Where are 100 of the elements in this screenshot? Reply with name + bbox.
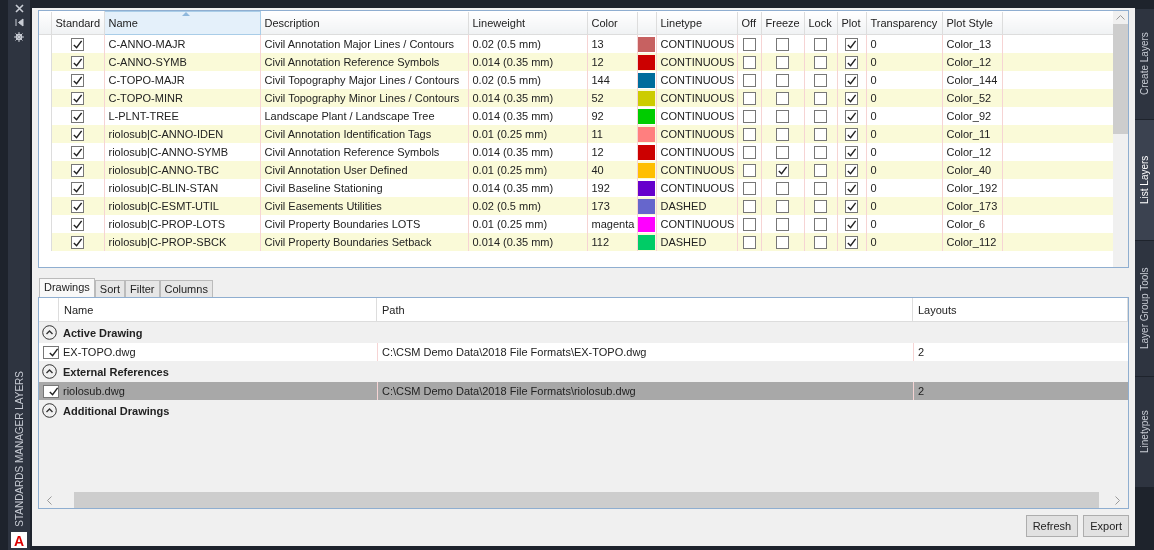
column-header[interactable]: Standard <box>51 11 104 35</box>
checkbox[interactable] <box>776 91 789 105</box>
checkbox[interactable] <box>814 235 827 249</box>
checkbox[interactable] <box>845 217 858 231</box>
checkbox[interactable] <box>845 163 858 177</box>
checkbox[interactable] <box>814 163 827 177</box>
column-header[interactable]: Transparency <box>866 11 942 35</box>
checkbox[interactable] <box>71 73 84 87</box>
tab[interactable]: Drawings <box>39 278 95 297</box>
checkbox[interactable] <box>814 181 827 195</box>
checkbox[interactable] <box>814 127 827 141</box>
checkbox[interactable] <box>776 145 789 159</box>
checkbox[interactable] <box>776 73 789 87</box>
tab[interactable]: Sort <box>94 280 126 297</box>
column-header[interactable]: Off <box>737 11 761 35</box>
checkbox[interactable] <box>776 55 789 69</box>
checkbox[interactable] <box>845 73 858 87</box>
checkbox[interactable] <box>742 181 756 195</box>
column-header[interactable]: Description <box>260 11 468 35</box>
side-tab[interactable]: Layer Group Tools <box>1135 240 1154 376</box>
checkbox[interactable] <box>71 199 84 213</box>
checkbox[interactable] <box>71 217 84 231</box>
column-header[interactable]: Plot Style <box>942 11 1002 35</box>
column-header[interactable]: Freeze <box>761 11 804 35</box>
action-button[interactable]: Refresh <box>1025 515 1079 537</box>
checkbox[interactable] <box>845 199 858 213</box>
scroll-left-icon[interactable] <box>47 495 52 505</box>
checkbox[interactable] <box>814 37 827 51</box>
close-icon[interactable] <box>14 4 24 13</box>
column-header[interactable]: Layouts <box>913 298 1128 321</box>
scroll-up-icon[interactable] <box>1116 15 1125 20</box>
checkbox[interactable] <box>71 91 84 105</box>
checkbox[interactable] <box>71 235 84 249</box>
checkbox[interactable] <box>814 145 827 159</box>
checkbox[interactable] <box>776 163 789 177</box>
checkbox[interactable] <box>845 109 858 123</box>
column-header[interactable]: Name <box>104 11 260 35</box>
action-button[interactable]: Export <box>1083 515 1129 537</box>
checkbox[interactable] <box>814 73 827 87</box>
checkbox[interactable] <box>742 235 756 249</box>
checkbox[interactable] <box>742 73 756 87</box>
checkbox[interactable] <box>742 199 756 213</box>
checkbox[interactable] <box>742 217 756 231</box>
checkbox[interactable] <box>71 127 84 141</box>
checkbox[interactable] <box>845 181 858 195</box>
column-header[interactable]: Lineweight <box>468 11 587 35</box>
settings-icon[interactable] <box>14 32 24 42</box>
checkbox[interactable] <box>71 163 84 177</box>
checkbox[interactable] <box>742 55 756 69</box>
checkbox[interactable] <box>845 55 858 69</box>
checkbox[interactable] <box>71 181 84 195</box>
checkbox[interactable] <box>742 91 756 105</box>
checkbox[interactable] <box>776 127 789 141</box>
checkbox[interactable] <box>814 91 827 105</box>
checkbox[interactable] <box>71 145 84 159</box>
checkbox[interactable] <box>845 145 858 159</box>
side-tab[interactable]: List Layers <box>1135 119 1154 240</box>
column-header[interactable]: Linetype <box>656 11 737 35</box>
collapse-icon[interactable] <box>42 325 57 340</box>
column-header[interactable]: Path <box>377 298 913 321</box>
checkbox[interactable] <box>776 109 789 123</box>
checkbox[interactable] <box>845 37 858 51</box>
checkbox[interactable] <box>776 199 789 213</box>
checkbox[interactable] <box>845 235 858 249</box>
pin-icon[interactable] <box>14 18 24 27</box>
checkbox[interactable] <box>814 55 827 69</box>
checkbox[interactable] <box>845 91 858 105</box>
column-header[interactable]: Color <box>587 11 637 35</box>
tab[interactable]: Filter <box>125 280 160 297</box>
checkbox[interactable] <box>43 345 59 359</box>
checkbox[interactable] <box>776 181 789 195</box>
checkbox[interactable] <box>814 199 827 213</box>
checkbox[interactable] <box>742 127 756 141</box>
side-tab[interactable]: Create Layers <box>1135 8 1154 119</box>
horizontal-scrollbar[interactable] <box>74 492 1099 508</box>
scroll-right-icon[interactable] <box>1115 495 1120 505</box>
collapse-icon[interactable] <box>42 364 57 379</box>
checkbox[interactable] <box>43 384 59 398</box>
checkbox[interactable] <box>776 37 789 51</box>
checkbox[interactable] <box>845 127 858 141</box>
drawing-row[interactable]: EX-TOPO.dwg C:\CSM Demo Data\2018 File Formats\EX-TOPO.dwg 2 <box>39 343 1128 361</box>
checkbox[interactable] <box>742 145 756 159</box>
checkbox[interactable] <box>71 37 84 51</box>
checkbox[interactable] <box>742 163 756 177</box>
drawing-row[interactable]: riolosub.dwg C:\CSM Demo Data\2018 File Formats\riolosub.dwg 2 <box>39 382 1128 400</box>
vertical-scrollbar[interactable] <box>1113 11 1128 267</box>
checkbox[interactable] <box>71 109 84 123</box>
collapse-icon[interactable] <box>42 403 57 418</box>
tab[interactable]: Columns <box>159 280 213 297</box>
checkbox[interactable] <box>71 55 84 69</box>
checkbox[interactable] <box>776 235 789 249</box>
side-tab[interactable]: Linetypes <box>1135 376 1154 487</box>
column-header[interactable]: Lock <box>804 11 837 35</box>
column-header[interactable]: Plot <box>837 11 866 35</box>
checkbox[interactable] <box>776 217 789 231</box>
checkbox[interactable] <box>742 109 756 123</box>
column-header[interactable]: Name <box>59 298 377 321</box>
checkbox[interactable] <box>814 109 827 123</box>
checkbox[interactable] <box>742 37 756 51</box>
checkbox[interactable] <box>814 217 827 231</box>
